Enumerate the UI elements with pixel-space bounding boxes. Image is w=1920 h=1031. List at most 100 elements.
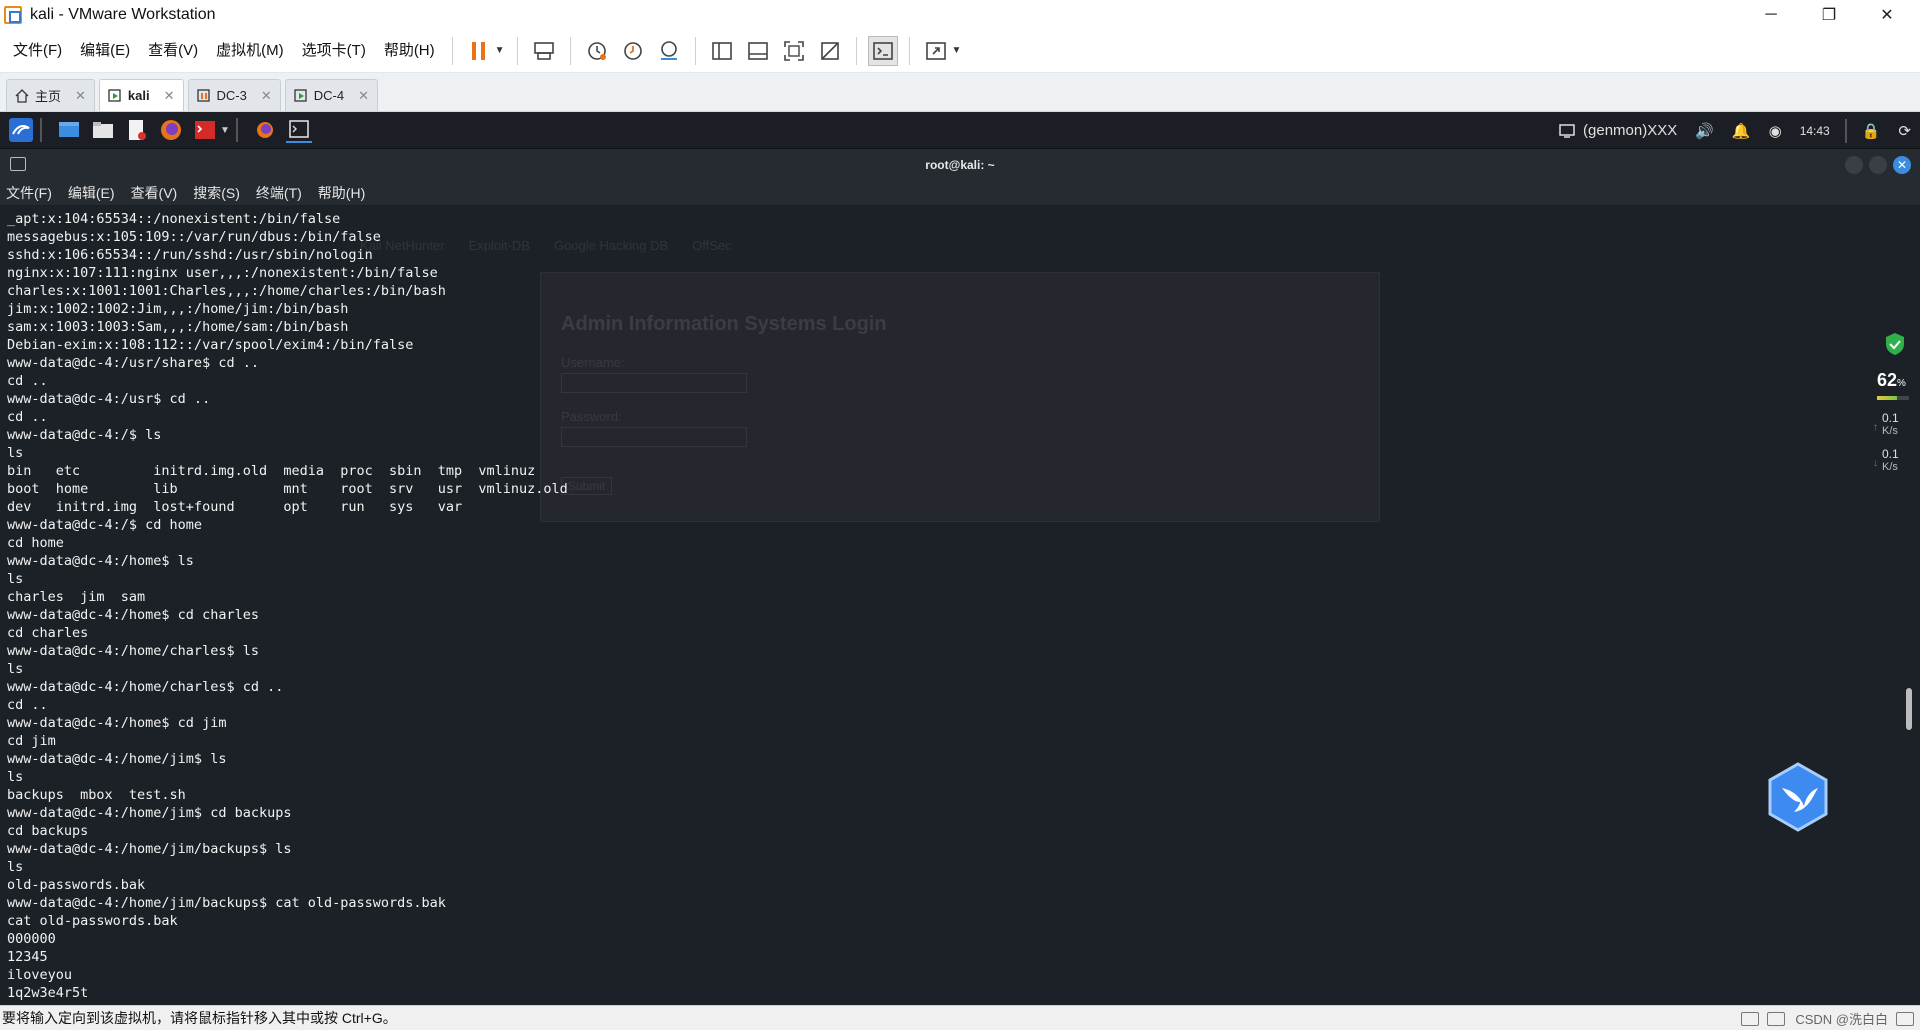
terminal-line: nginx:x:107:111:nginx user,,,:/nonexiste… [7, 265, 438, 281]
watermark-text: CSDN @洗白白 [1795, 1012, 1888, 1027]
terminal-minimize-button[interactable] [1845, 156, 1863, 174]
folder-icon [93, 122, 113, 138]
terminal-menu-file[interactable]: 文件(F) [6, 183, 52, 203]
clock[interactable]: 14:43 [1800, 124, 1830, 138]
snapshot-manager-button[interactable] [654, 36, 684, 66]
restore-button[interactable]: ❐ [1800, 0, 1858, 29]
tab-kali[interactable]: kali ✕ [98, 79, 184, 111]
terminal-line: www-data@dc-4:/home/jim$ ls [7, 751, 227, 767]
restore-icon: ❐ [1821, 6, 1837, 24]
vm-running-icon [108, 88, 121, 102]
display-icon[interactable] [1896, 1011, 1914, 1026]
sidebar-button[interactable] [707, 36, 737, 66]
unity-icon [820, 41, 839, 60]
terminal-line: 1q2w3e4r5t [7, 985, 89, 1001]
terminal-menu-search[interactable]: 搜索(S) [193, 183, 240, 203]
terminal-line: charles jim sam [7, 589, 146, 605]
minimize-button[interactable]: ─ [1742, 0, 1800, 29]
fullscreen-icon [783, 40, 804, 61]
terminal-line: www-data@dc-4:/home/jim/backups$ ls [7, 841, 292, 857]
terminal-titlebar: root@kali: ~ ✕ [0, 149, 1920, 181]
kali-menu-button[interactable] [8, 117, 34, 143]
send-ctrl-alt-del-icon [533, 41, 554, 60]
menu-tabs[interactable]: 选项卡(T) [293, 36, 375, 66]
show-desktop-launcher[interactable] [56, 117, 82, 143]
terminal-line: www-data@dc-4:/home$ ls [7, 553, 194, 569]
pause-dropdown-caret[interactable]: ▼ [495, 45, 505, 56]
tab-close-icon[interactable]: ✕ [75, 88, 86, 104]
menu-file[interactable]: 文件(F) [4, 36, 71, 66]
tab-dc3[interactable]: DC-3 ✕ [187, 79, 281, 111]
tab-close-icon[interactable]: ✕ [358, 88, 369, 104]
close-button[interactable]: ✕ [1858, 0, 1916, 29]
fullscreen-button[interactable] [779, 36, 809, 66]
text-editor-launcher[interactable] [124, 117, 150, 143]
tab-close-icon[interactable]: ✕ [261, 88, 272, 104]
tab-label: kali [127, 88, 150, 103]
file-manager-launcher[interactable] [90, 117, 116, 143]
task-firefox[interactable] [252, 117, 278, 143]
terminal-maximize-button[interactable] [1869, 156, 1887, 174]
logout-button[interactable]: ⟳ [1898, 122, 1911, 140]
thumbnail-bar-button[interactable] [743, 36, 773, 66]
tab-bar: 主页 ✕ kali ✕ DC-3 ✕ DC-4 ✕ [0, 73, 1920, 112]
terminal-line: cat old-passwords.bak [7, 913, 178, 929]
download-speed-unit: K/s [1882, 461, 1898, 473]
terminal-line: ls [7, 661, 24, 677]
firefox-launcher[interactable] [158, 117, 184, 143]
volume-button[interactable]: 🔊 [1695, 122, 1714, 140]
terminal-scrollbar-thumb[interactable] [1906, 688, 1912, 730]
download-speed: 0.1 K/s [1882, 448, 1899, 474]
menu-toolbar: 文件(F) 编辑(E) 查看(V) 虚拟机(M) 选项卡(T) 帮助(H) ▼ … [0, 29, 1920, 73]
speaker-icon: 🔊 [1695, 122, 1714, 140]
terminal-line: www-data@dc-4:/usr/share$ cd .. [7, 355, 259, 371]
terminal-line: cd .. [7, 409, 48, 425]
security-shield-icon[interactable] [1884, 332, 1906, 356]
terminal-menu-terminal[interactable]: 终端(T) [256, 183, 302, 203]
unity-button[interactable] [815, 36, 845, 66]
terminal-close-button[interactable]: ✕ [1893, 156, 1911, 174]
terminal-line: charles:x:1001:1001:Charles,,,:/home/cha… [7, 283, 446, 299]
terminal-output[interactable]: _apt:x:104:65534::/nonexistent:/bin/fals… [7, 210, 1877, 1005]
hard-disk-icon[interactable] [1741, 1011, 1760, 1026]
terminal-menu-view[interactable]: 查看(V) [131, 183, 178, 203]
vm-running-icon [294, 88, 307, 102]
close-icon: ✕ [1880, 6, 1894, 24]
task-terminal[interactable] [285, 117, 312, 143]
status-bar: 要将输入定向到该虚拟机，请将鼠标指针移入其中或按 Ctrl+G。 CSDN @洗… [0, 1005, 1920, 1030]
terminal-menu-help[interactable]: 帮助(H) [318, 183, 365, 203]
stretch-dropdown-caret[interactable]: ▼ [952, 45, 962, 56]
menu-view[interactable]: 查看(V) [139, 36, 207, 66]
vm-display[interactable]: ▼ (genmon)XXX 🔊 🔔 ◉ 14:43 🔒 ⟳ root@kali:… [0, 112, 1920, 1005]
send-ctrl-alt-del-button[interactable] [529, 36, 559, 66]
menu-edit[interactable]: 编辑(E) [71, 36, 139, 66]
network-adapter-icon[interactable] [1767, 1011, 1786, 1026]
monitor-icon [1559, 123, 1575, 138]
panel-separator [235, 118, 238, 142]
terminal-launcher[interactable] [192, 117, 218, 143]
menu-help[interactable]: 帮助(H) [375, 36, 444, 66]
close-icon: ✕ [1896, 158, 1908, 172]
revert-snapshot-button[interactable] [618, 36, 648, 66]
launcher-dropdown-icon[interactable]: ▼ [220, 125, 230, 136]
minimize-icon: ─ [1765, 5, 1777, 23]
snapshot-button[interactable] [582, 36, 612, 66]
tab-home[interactable]: 主页 ✕ [6, 79, 95, 111]
power-manager-button[interactable]: ◉ [1769, 122, 1782, 140]
genmon-plugin[interactable]: (genmon)XXX [1559, 122, 1677, 139]
terminal-line: www-data@dc-4:/home/charles$ cd .. [7, 679, 284, 695]
stretch-button[interactable] [921, 36, 951, 66]
memory-usage-percent[interactable]: 62% [1877, 370, 1906, 391]
panel-separator [40, 118, 42, 142]
lock-screen-button[interactable]: 🔒 [1862, 122, 1881, 140]
terminal-menu-edit[interactable]: 编辑(E) [68, 183, 115, 203]
tab-dc4[interactable]: DC-4 ✕ [284, 79, 379, 111]
terminal-icon [289, 120, 309, 138]
notifications-button[interactable]: 🔔 [1732, 122, 1751, 140]
pause-button[interactable] [464, 36, 494, 66]
toolbar-separator [694, 36, 696, 65]
tab-close-icon[interactable]: ✕ [164, 88, 175, 104]
menu-vm[interactable]: 虚拟机(M) [207, 36, 293, 66]
console-view-button[interactable] [867, 35, 898, 66]
assistant-bird-icon[interactable] [1766, 762, 1830, 832]
